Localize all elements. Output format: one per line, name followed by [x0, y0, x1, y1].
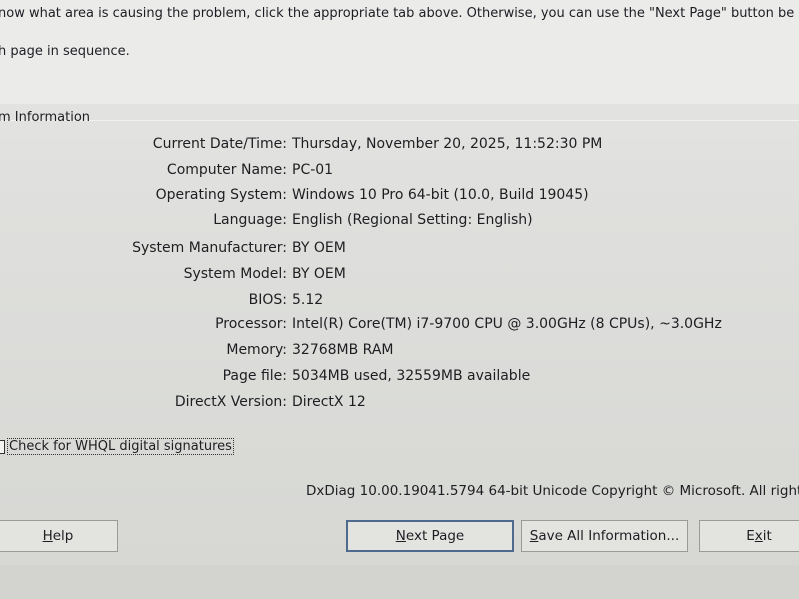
info-row-system-model: System Model: BY OEM [0, 266, 799, 286]
info-value: DirectX 12 [292, 394, 366, 410]
info-label: Language: [213, 212, 287, 228]
system-information-legend: m Information [0, 110, 91, 125]
info-label: Page file: [222, 368, 287, 384]
exit-button-prefix: E [746, 528, 755, 544]
info-row-bios: BIOS: 5.12 [0, 292, 799, 312]
info-value: Windows 10 Pro 64-bit (10.0, Build 19045… [292, 187, 589, 203]
info-label: Computer Name: [166, 162, 287, 178]
info-label: BIOS: [248, 292, 287, 308]
info-row-datetime: Current Date/Time: Thursday, November 20… [0, 136, 799, 156]
info-value: Intel(R) Core(TM) i7-9700 CPU @ 3.00GHz … [292, 316, 722, 332]
save-all-information-button[interactable]: Save All Information... [521, 520, 688, 552]
info-row-operating-system: Operating System: Windows 10 Pro 64-bit … [0, 187, 799, 207]
info-row-processor: Processor: Intel(R) Core(TM) i7-9700 CPU… [0, 316, 799, 336]
info-label: System Model: [183, 266, 287, 282]
dxdiag-window: now what area is causing the problem, cl… [0, 0, 799, 599]
whql-checkbox-box[interactable] [0, 440, 5, 454]
window-bottom-edge [0, 565, 799, 599]
dxdiag-version-copyright: DxDiag 10.00.19041.5794 64-bit Unicode C… [306, 483, 799, 499]
info-label: System Manufacturer: [132, 240, 287, 256]
info-value: PC-01 [292, 162, 334, 178]
intro-panel: now what area is causing the problem, cl… [0, 0, 799, 104]
info-row-page-file: Page file: 5034MB used, 32559MB availabl… [0, 368, 799, 388]
exit-button-label: it [762, 528, 772, 544]
help-button-hotkey: H [42, 528, 53, 544]
info-row-memory: Memory: 32768MB RAM [0, 342, 799, 362]
info-label: Memory: [226, 342, 287, 358]
save-button-label: ave All Information... [538, 528, 680, 544]
info-label: Operating System: [155, 187, 287, 203]
info-row-system-manufacturer: System Manufacturer: BY OEM [0, 240, 799, 260]
exit-button[interactable]: Exit [699, 520, 799, 552]
whql-checkbox-label[interactable]: Check for WHQL digital signatures [7, 438, 234, 455]
info-value: 32768MB RAM [292, 342, 394, 358]
info-value: BY OEM [292, 266, 346, 282]
info-value: English (Regional Setting: English) [292, 212, 533, 228]
help-button-label: elp [52, 528, 74, 544]
info-row-directx-version: DirectX Version: DirectX 12 [0, 394, 799, 414]
info-label: Current Date/Time: [152, 136, 287, 152]
info-value: 5.12 [292, 292, 324, 308]
info-row-language: Language: English (Regional Setting: Eng… [0, 212, 799, 232]
info-label: Processor: [215, 316, 287, 332]
intro-text-line-1: now what area is causing the problem, cl… [0, 6, 795, 21]
next-page-button-hotkey: N [395, 528, 406, 544]
info-row-computer-name: Computer Name: PC-01 [0, 162, 799, 182]
help-button[interactable]: Help [0, 520, 118, 552]
intro-text-line-2: h page in sequence. [0, 44, 130, 59]
info-value: BY OEM [292, 240, 346, 256]
info-value: Thursday, November 20, 2025, 11:52:30 PM [292, 136, 603, 152]
exit-button-hotkey: x [754, 528, 763, 544]
next-page-button[interactable]: Next Page [346, 520, 514, 552]
info-value: 5034MB used, 32559MB available [292, 368, 531, 384]
info-label: DirectX Version: [174, 394, 287, 410]
next-page-button-label: ext Page [405, 528, 465, 544]
